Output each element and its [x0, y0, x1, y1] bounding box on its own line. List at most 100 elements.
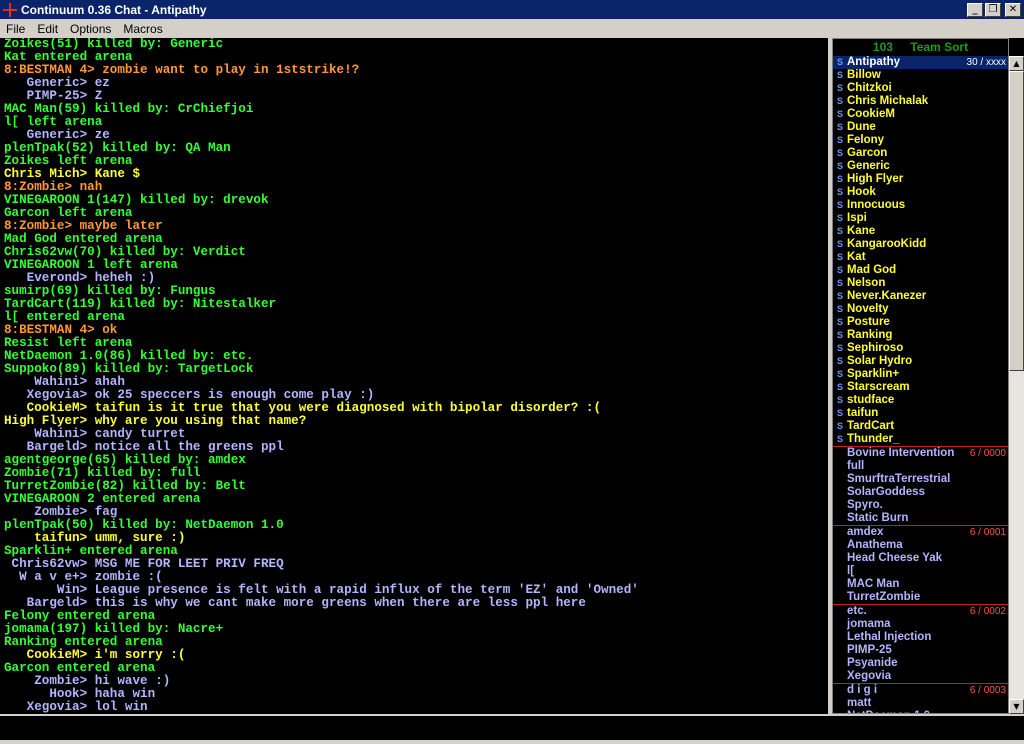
- scrollbar-header-fill: [1009, 38, 1024, 56]
- continuum-app-icon[interactable]: [2, 2, 18, 18]
- maximize-button[interactable]: ❐: [985, 2, 1001, 17]
- player-name: Spyro.: [847, 499, 883, 511]
- player-row[interactable]: SmurftraTerrestrial: [833, 473, 1008, 486]
- player-name: Kat: [847, 251, 866, 263]
- ship-icon: S: [836, 83, 843, 93]
- chat-line: MAC Man(59) killed by: CrChiefjoi: [4, 102, 254, 116]
- scroll-up-arrow-icon[interactable]: ▲: [1009, 56, 1024, 71]
- ship-icon: S: [836, 109, 843, 119]
- player-row[interactable]: S Dune: [833, 121, 1008, 134]
- player-row[interactable]: etc. 6 / 0002: [833, 605, 1008, 618]
- player-row[interactable]: jomama: [833, 618, 1008, 631]
- player-row[interactable]: S Nelson: [833, 277, 1008, 290]
- menu-options[interactable]: Options: [64, 22, 117, 36]
- ship-icon: [833, 697, 847, 710]
- ship-icon: S: [836, 278, 843, 288]
- chat-line: l[ entered arena: [4, 310, 125, 324]
- player-row[interactable]: S Sparklin+: [833, 368, 1008, 381]
- player-row[interactable]: Static Burn: [833, 512, 1008, 525]
- player-row[interactable]: S Hook: [833, 186, 1008, 199]
- player-row[interactable]: full: [833, 460, 1008, 473]
- player-row[interactable]: S Never.Kanezer: [833, 290, 1008, 303]
- chat-input-bar: [0, 714, 1024, 744]
- player-list-panel[interactable]: 103 Team Sort S Antipathy 30 / xxxx S Billow…: [832, 38, 1009, 714]
- player-row[interactable]: SolarGoddess: [833, 486, 1008, 499]
- player-row[interactable]: Xegovia: [833, 670, 1008, 683]
- player-row[interactable]: S Generic: [833, 160, 1008, 173]
- team-score: 6 / 0000: [969, 448, 1006, 459]
- menu-macros[interactable]: Macros: [117, 22, 168, 36]
- player-row[interactable]: S Innocuous: [833, 199, 1008, 212]
- player-row[interactable]: S Garcon: [833, 147, 1008, 160]
- player-row[interactable]: S Starscream: [833, 381, 1008, 394]
- player-row[interactable]: d i g i6 / 0003: [833, 684, 1008, 697]
- menu-file[interactable]: File: [0, 22, 31, 36]
- player-row[interactable]: S Kane: [833, 225, 1008, 238]
- player-name: Thunder_: [847, 433, 900, 445]
- menu-edit[interactable]: Edit: [31, 22, 64, 36]
- player-row[interactable]: Spyro.: [833, 499, 1008, 512]
- chat-line: Suppoko(89) killed by: TargetLock: [4, 362, 254, 376]
- chat-log[interactable]: Zoikes(51) killed by: Generic Kat entered…: [0, 38, 828, 714]
- player-row[interactable]: matt: [833, 697, 1008, 710]
- ship-icon: [833, 486, 847, 499]
- player-row[interactable]: MAC Man: [833, 578, 1008, 591]
- ship-icon: S: [836, 382, 843, 392]
- player-row[interactable]: Anathema: [833, 539, 1008, 552]
- ship-icon: S: [836, 70, 843, 80]
- player-row[interactable]: S Sephiroso: [833, 342, 1008, 355]
- player-name: MAC Man: [847, 578, 900, 590]
- player-name: CookieM: [847, 108, 895, 120]
- player-row[interactable]: Staifun: [833, 407, 1008, 420]
- player-row[interactable]: S Thunder_: [833, 433, 1008, 446]
- player-row[interactable]: S High Flyer: [833, 173, 1008, 186]
- player-name: Hook: [847, 186, 876, 198]
- player-row[interactable]: S Mad God: [833, 264, 1008, 277]
- player-row[interactable]: Psyanide: [833, 657, 1008, 670]
- player-row[interactable]: S Novelty: [833, 303, 1008, 316]
- player-list-scrollbar[interactable]: ▲ ▼: [1009, 56, 1024, 714]
- player-row[interactable]: PIMP-25: [833, 644, 1008, 657]
- player-row[interactable]: Head Cheese Yak: [833, 552, 1008, 565]
- ship-icon: S: [836, 239, 843, 249]
- close-button[interactable]: ✕: [1005, 2, 1021, 17]
- ship-icon: S: [836, 304, 843, 314]
- chat-line: 8:BESTMAN 4> zombie want to play in 1sts…: [4, 63, 360, 77]
- ship-icon: S: [836, 265, 843, 275]
- player-row[interactable]: S CookieM: [833, 108, 1008, 121]
- window-title: Continuum 0.36 Chat - Antipathy: [21, 2, 207, 17]
- ship-icon: [833, 499, 847, 512]
- player-row[interactable]: S Chris Michalak: [833, 95, 1008, 108]
- player-row[interactable]: l[: [833, 565, 1008, 578]
- player-row[interactable]: Lethal Injection: [833, 631, 1008, 644]
- team-score: 6 / 0003: [969, 685, 1006, 696]
- sort-mode-label: Team Sort: [910, 40, 969, 54]
- player-row[interactable]: Bovine Intervention 6 / 0000: [833, 447, 1008, 460]
- player-row[interactable]: S Felony: [833, 134, 1008, 147]
- player-row[interactable]: TurretZombie: [833, 591, 1008, 604]
- player-row[interactable]: Sstudface: [833, 394, 1008, 407]
- minimize-button[interactable]: _: [967, 2, 983, 17]
- ship-icon: [833, 512, 847, 525]
- player-row[interactable]: S Kat: [833, 251, 1008, 264]
- player-row[interactable]: S Ranking: [833, 329, 1008, 342]
- scroll-down-arrow-icon[interactable]: ▼: [1009, 699, 1024, 714]
- chat-line: Generic> ez: [4, 76, 110, 90]
- scroll-thumb[interactable]: [1009, 71, 1024, 371]
- player-row[interactable]: S Ispi: [833, 212, 1008, 225]
- player-row[interactable]: S KangarooKidd: [833, 238, 1008, 251]
- team-score: 30 / xxxx: [966, 57, 1006, 68]
- player-row[interactable]: S Solar Hydro: [833, 355, 1008, 368]
- player-row[interactable]: S Posture: [833, 316, 1008, 329]
- player-name: Novelty: [847, 303, 889, 315]
- player-row[interactable]: amdex 6 / 0001: [833, 526, 1008, 539]
- player-name: Chris Michalak: [847, 95, 929, 107]
- title-bar[interactable]: Continuum 0.36 Chat - Antipathy _ ❐ ✕: [0, 0, 1024, 19]
- player-name: matt: [847, 697, 872, 709]
- player-row[interactable]: S Billow: [833, 69, 1008, 82]
- player-list-header[interactable]: 103 Team Sort: [833, 39, 1008, 56]
- player-row[interactable]: S Antipathy 30 / xxxx: [833, 56, 1008, 69]
- chat-input[interactable]: [0, 716, 1024, 740]
- player-row[interactable]: S TardCart: [833, 420, 1008, 433]
- player-row[interactable]: S Chitzkoi: [833, 82, 1008, 95]
